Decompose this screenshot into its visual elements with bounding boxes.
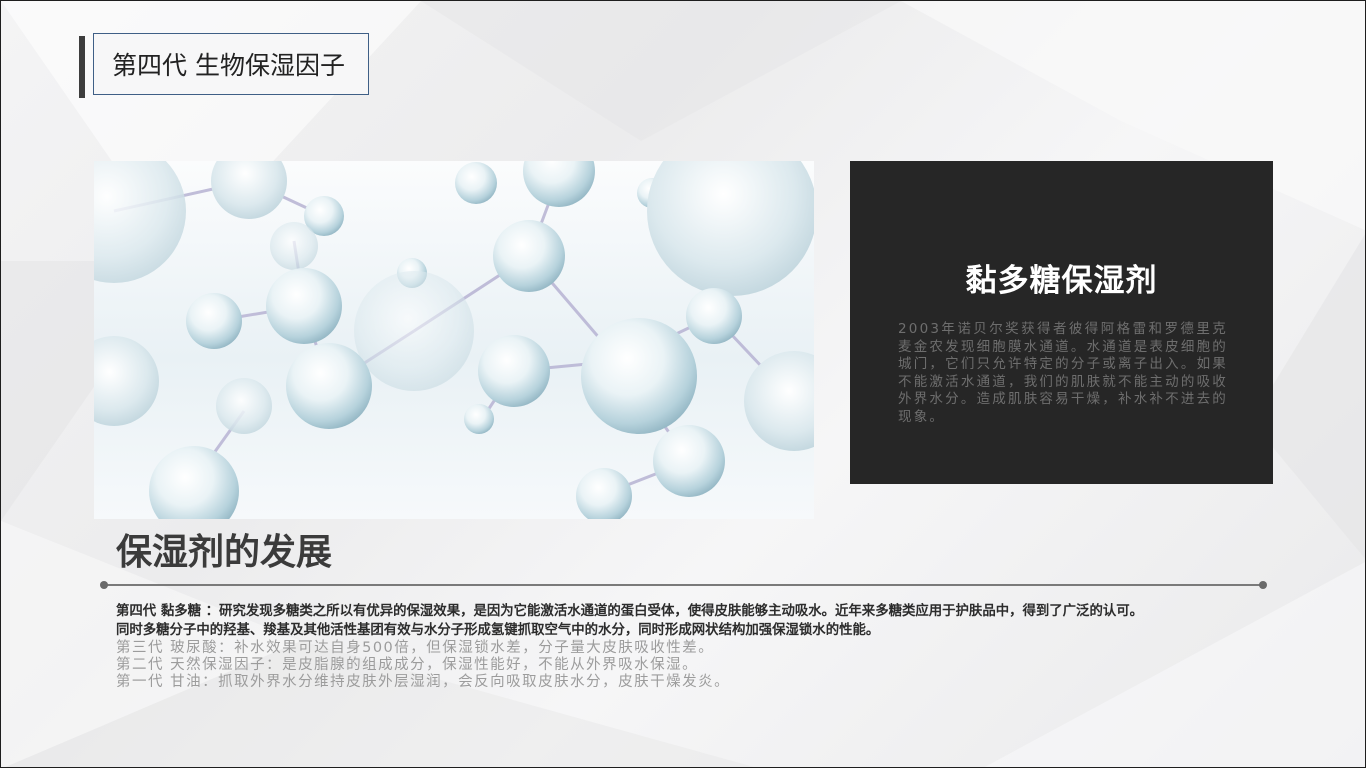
paragraph-gen1: 第一代 甘油：抓取外界水分维持皮肤外层湿润，会反向吸取皮肤水分，皮肤干燥发炎。 [116, 674, 731, 690]
paragraph-gen2: 第二代 天然保湿因子：是皮脂腺的组成成分，保湿性能好，不能从外界吸水保湿。 [116, 657, 699, 673]
paragraph-gen4-b: 同时多糖分子中的羟基、羧基及其他活性基团有效与水分子形成氢键抓取空气中的水分，同… [116, 623, 880, 638]
divider-dot-left [100, 581, 108, 589]
development-text: 第四代 黏多糖 ：研究发现多糖类之所以有优异的保湿效果，是因为它能激活水通道的蛋… [116, 602, 1276, 691]
page-title: 第四代 生物保湿因子 [112, 51, 345, 80]
divider-dot-right [1259, 581, 1267, 589]
divider-line [105, 584, 1263, 586]
paragraph-gen4-a: 第四代 黏多糖 ：研究发现多糖类之所以有优异的保湿效果，是因为它能激活水通道的蛋… [116, 604, 1144, 619]
molecule-illustration [94, 161, 814, 519]
info-card: 黏多糖保湿剂 2003年诺贝尔奖获得者彼得阿格雷和罗德里克麦金农发现细胞膜水通道… [850, 161, 1273, 484]
card-title: 黏多糖保湿剂 [965, 263, 1158, 299]
card-body: 2003年诺贝尔奖获得者彼得阿格雷和罗德里克麦金农发现细胞膜水通道。水通道是表皮… [898, 321, 1228, 425]
molecule-image [94, 161, 814, 519]
section-heading: 保湿剂的发展 [116, 532, 333, 573]
paragraph-gen3: 第三代 玻尿酸：补水效果可达自身500倍，但保湿锁水差，分子量大皮肤吸收性差。 [116, 640, 715, 656]
title-accent-bar [79, 36, 85, 98]
slide: 第四代 生物保湿因子 黏多糖保湿剂 2003年诺贝尔奖获得者彼得阿格雷和罗德里克… [0, 0, 1366, 768]
title-box: 第四代 生物保湿因子 [93, 33, 369, 95]
